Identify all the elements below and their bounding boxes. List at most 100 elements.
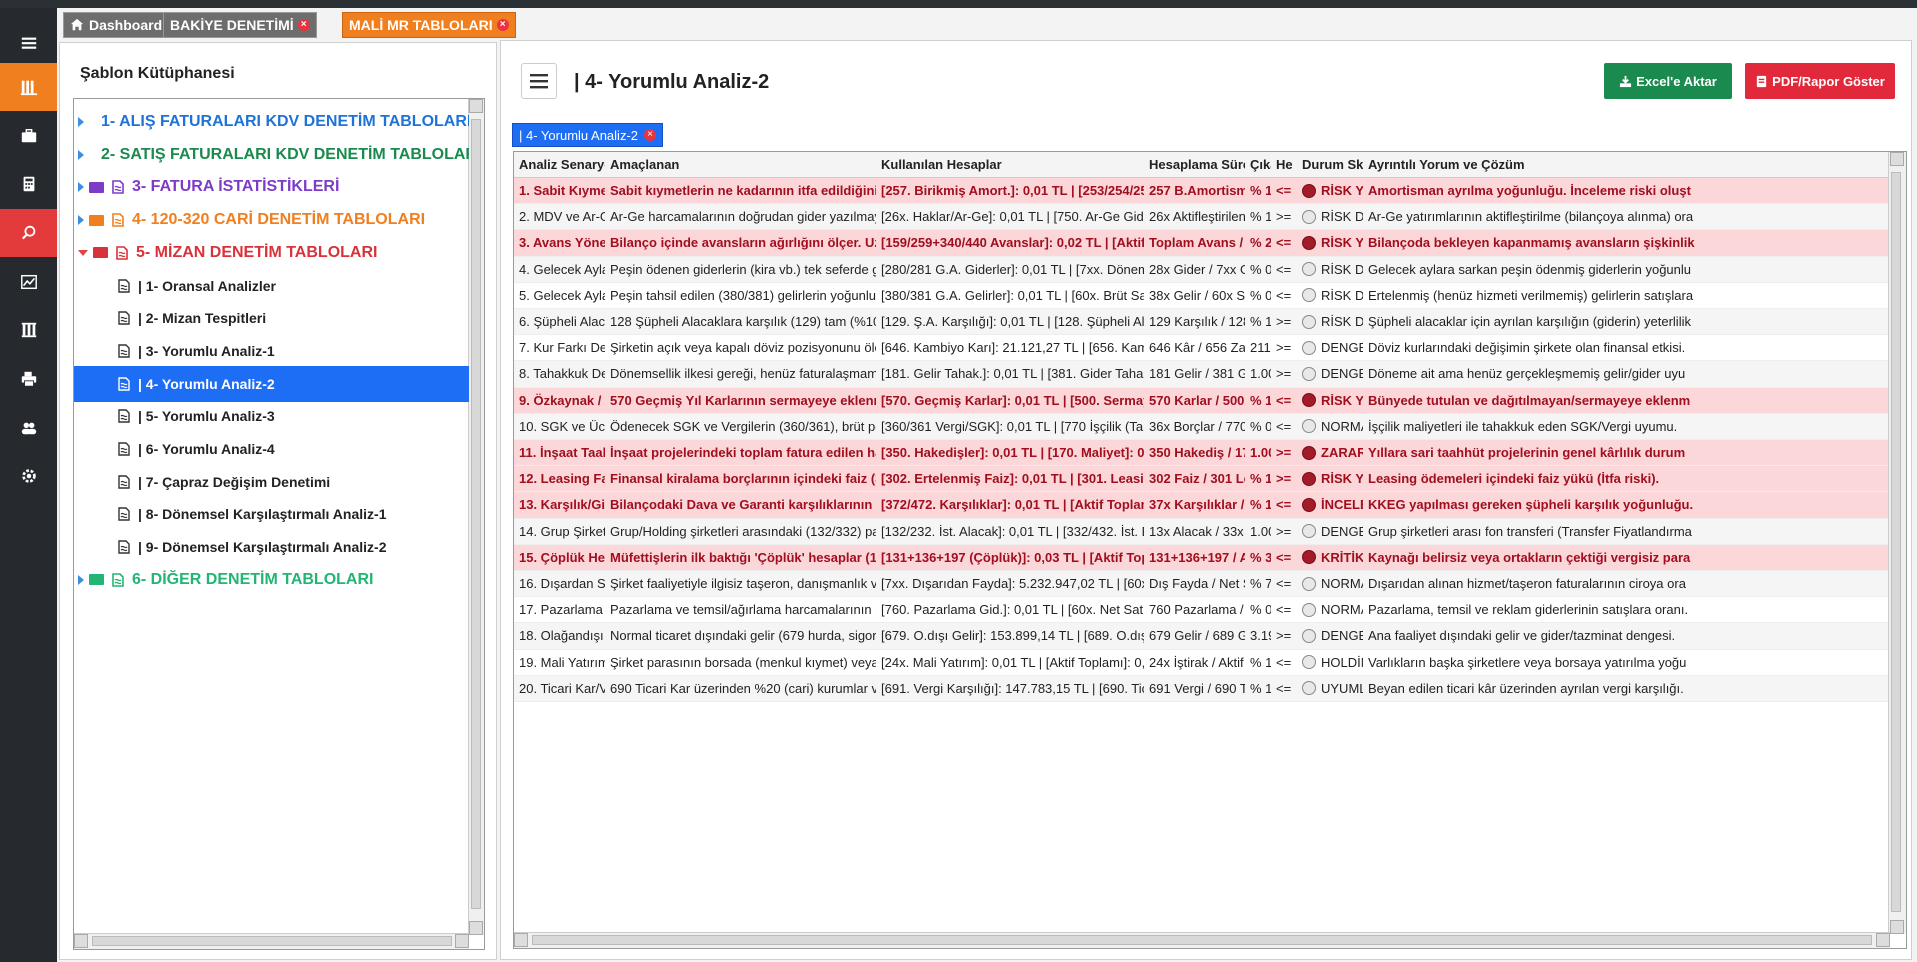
scroll-thumb[interactable] [471, 119, 481, 909]
panel-menu-button[interactable] [521, 63, 557, 99]
table-row[interactable]: 6. Şüpheli Alacak I 128 Şüpheli Alacaklar… [514, 309, 1888, 336]
table-row[interactable]: 11. İnşaat Taahhi İnşaat projelerindeki t… [514, 440, 1888, 467]
document-icon [112, 572, 124, 587]
scroll-left-button[interactable] [74, 934, 88, 948]
table-row[interactable]: 20. Ticari Kar/Verg 690 Ticari Kar üzerin… [514, 675, 1888, 702]
expand-right-icon[interactable] [78, 117, 84, 127]
cell-text: Yıllara sari taahhüt projelerinin genel … [1368, 445, 1686, 461]
table-cell: <= [1271, 257, 1297, 282]
tree-item[interactable]: | 1- Oransal Analizler [74, 268, 469, 304]
tree-vertical-scrollbar[interactable] [468, 99, 484, 935]
cell-text: 3. Avans Yönetim [519, 235, 605, 251]
tree-group-label: 3- FATURA İSTATİSTİKLERİ [132, 178, 340, 196]
tree-group[interactable]: 1- ALIŞ FATURALARI KDV DENETİM TABLOLARI [74, 104, 469, 140]
column-header[interactable]: Amaçlanan [605, 152, 876, 177]
building-icon[interactable] [0, 306, 57, 354]
table-row[interactable]: 16. Dışardan Sağlı Şirket faaliyetiyle il… [514, 571, 1888, 598]
tab-bakiye[interactable]: BAKİYE DENETİMİ × [163, 12, 317, 38]
print-icon[interactable] [0, 355, 57, 403]
scroll-thumb[interactable] [92, 936, 452, 946]
close-icon[interactable]: × [644, 129, 656, 141]
tree-group[interactable]: 3- FATURA İSTATİSTİKLERİ [74, 169, 469, 205]
table-cell: 17. Pazarlama Gid [514, 597, 605, 622]
scroll-down-button[interactable] [469, 921, 483, 935]
calculator-icon[interactable] [0, 160, 57, 208]
cell-text: >= [1276, 366, 1292, 382]
scroll-up-button[interactable] [469, 99, 483, 113]
search-icon[interactable] [0, 209, 57, 257]
tree-item[interactable]: | 5- Yorumlu Analiz-3 [74, 398, 469, 434]
table-row[interactable]: 12. Leasing Faiz İ Finansal kiralama borç… [514, 466, 1888, 493]
scroll-thumb[interactable] [532, 935, 1872, 945]
table-row[interactable]: 2. MDV ve Ar-Ge A Ar-Ge harcamalarının do… [514, 204, 1888, 231]
table-row[interactable]: 1. Sabit Kıymet v Sabit kıymetlerin ne ka… [514, 178, 1888, 205]
column-header[interactable]: Ayrıntılı Yorum ve Çözüm [1363, 152, 1883, 177]
cell-text: % 1( [1250, 209, 1271, 225]
table-row[interactable]: 9. Özkaynak / Ka 570 Geçmiş Yıl Karlarını… [514, 387, 1888, 414]
excel-export-button[interactable]: Excel'e Aktar [1604, 63, 1732, 99]
table-cell: 20. Ticari Kar/Verg [514, 676, 605, 701]
scroll-thumb[interactable] [1891, 172, 1901, 912]
table-row[interactable]: 7. Kur Farkı Denge Şirketin açık veya kap… [514, 335, 1888, 362]
tree-item[interactable]: | 3- Yorumlu Analiz-1 [74, 333, 469, 369]
top-strip [0, 0, 1917, 8]
table-cell: <= [1271, 492, 1297, 517]
column-header[interactable]: Durum Skor [1297, 152, 1363, 177]
tree-item[interactable]: | 7- Çapraz Değişim Denetimi [74, 464, 469, 500]
tree-horizontal-scrollbar[interactable] [74, 933, 469, 949]
close-icon[interactable]: × [297, 19, 310, 31]
status-dot-icon [1302, 393, 1316, 408]
pdf-report-button[interactable]: PDF/Rapor Göster [1745, 63, 1895, 99]
tab-bakiye-label: BAKİYE DENETİMİ [170, 17, 294, 33]
column-header[interactable]: He [1271, 152, 1297, 177]
table-row[interactable]: 18. Olağandışı İşle Normal ticaret dışınd… [514, 623, 1888, 650]
table-horizontal-scrollbar[interactable] [514, 932, 1890, 948]
column-header[interactable]: Analiz Senaryosu [514, 152, 605, 177]
table-row[interactable]: 5. Gelecek Aylara Peşin tahsil edilen (38… [514, 283, 1888, 309]
table-row[interactable]: 14. Grup Şirket/Tr Grup/Holding şirketler… [514, 518, 1888, 545]
table-row[interactable]: 4. Gelecek Aylara Peşin ödenen giderlerin… [514, 256, 1888, 283]
scroll-left-button[interactable] [514, 933, 528, 947]
cell-text: <= [1276, 680, 1292, 696]
column-header[interactable]: Kullanılan Hesaplar [876, 152, 1144, 177]
analysis-subtab[interactable]: | 4- Yorumlu Analiz-2 × [512, 123, 663, 147]
table-row[interactable]: 19. Mali Yatırım/İş Şirket parasının bors… [514, 650, 1888, 676]
scroll-up-button[interactable] [1890, 152, 1904, 166]
expand-right-icon[interactable] [78, 574, 84, 585]
table-row[interactable]: 17. Pazarlama Gid Pazarlama ve temsil/ağı… [514, 597, 1888, 624]
table-row[interactable]: 15. Çöplük Hesap Müfettişlerin ilk baktığ… [514, 544, 1888, 571]
menu-icon[interactable] [0, 18, 57, 68]
scroll-right-button[interactable] [1876, 933, 1890, 947]
tab-mali-mr[interactable]: MALİ MR TABLOLARI × [342, 12, 516, 38]
tree-item[interactable]: | 2- Mizan Tespitleri [74, 300, 469, 336]
briefcase-icon[interactable] [0, 112, 57, 160]
tree-item[interactable]: | 6- Yorumlu Analiz-4 [74, 431, 469, 467]
expand-right-icon[interactable] [78, 149, 84, 160]
expand-right-icon[interactable] [78, 215, 84, 226]
tree-group[interactable]: 4- 120-320 CARİ DENETİM TABLOLARI [74, 202, 469, 238]
tree-item[interactable]: | 4- Yorumlu Analiz-2 [74, 365, 469, 402]
tree-group[interactable]: 2- SATIŞ FATURALARI KDV DENETİM TABLOLAR… [74, 137, 469, 173]
table-row[interactable]: 8. Tahakkuk Deng Dönemsellik ilkesi gereğ… [514, 361, 1888, 388]
library-icon[interactable] [0, 63, 57, 111]
scroll-right-button[interactable] [455, 934, 469, 948]
gear-icon[interactable] [0, 452, 57, 500]
column-header[interactable]: Çıka [1245, 152, 1271, 177]
expand-right-icon[interactable] [78, 182, 84, 193]
close-icon[interactable]: × [496, 19, 509, 31]
column-header[interactable]: Hesaplama Süreci [1144, 152, 1245, 177]
tree-item[interactable]: | 9- Dönemsel Karşılaştırmalı Analiz-2 [74, 529, 469, 565]
table-cell: 2112 [1245, 335, 1271, 360]
expand-down-icon[interactable] [78, 249, 88, 256]
table-row[interactable]: 13. Karşılık/Gider Bilançodaki Dava ve Ga… [514, 492, 1888, 519]
tree-group[interactable]: 6- DİĞER DENETİM TABLOLARI [74, 562, 469, 598]
users-icon[interactable] [0, 404, 57, 452]
table-vertical-scrollbar[interactable] [1888, 152, 1906, 934]
tree-item[interactable]: | 8- Dönemsel Karşılaştırmalı Analiz-1 [74, 496, 469, 532]
table-row[interactable]: 10. SGK ve Ücret U Ödenecek SGK ve Vergil… [514, 413, 1888, 440]
scroll-down-button[interactable] [1890, 920, 1904, 934]
table-row[interactable]: 3. Avans Yönetim Bilanço içinde avansları… [514, 230, 1888, 257]
cell-text: Bilanço içinde avansların ağırlığını ölç… [610, 235, 876, 251]
chart-icon[interactable] [0, 258, 57, 306]
tree-group[interactable]: 5- MİZAN DENETİM TABLOLARI [74, 235, 469, 271]
